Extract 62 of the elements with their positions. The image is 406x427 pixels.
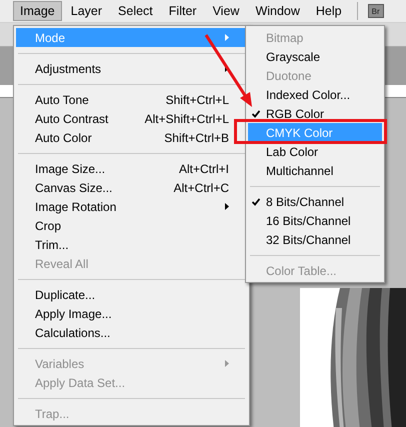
menu-item-label: Color Table... — [266, 264, 338, 278]
menu-item[interactable]: Image Size... Alt+Ctrl+I — [16, 159, 247, 178]
menu-item-label: 16 Bits/Channel — [266, 214, 352, 228]
shortcut-label: Alt+Shift+Ctrl+L — [144, 112, 229, 126]
menu-item-label: Indexed Color... — [266, 88, 352, 102]
shortcut-label: Shift+Ctrl+L — [166, 92, 229, 106]
menu-item-label: Apply Data Set... — [35, 376, 126, 390]
menu-item[interactable]: Duplicate... — [16, 285, 247, 304]
menu-item-label: Image Size... — [35, 162, 106, 176]
menu-item[interactable]: Multichannel — [248, 161, 382, 180]
menu-item[interactable]: Auto Tone Shift+Ctrl+L — [16, 90, 247, 109]
menu-item-label: Auto Tone — [35, 92, 90, 106]
menu-bar-item[interactable]: Help — [308, 1, 349, 21]
menu-bar-item[interactable]: Filter — [162, 1, 204, 21]
menu-item-label: 32 Bits/Channel — [266, 232, 352, 246]
menu-item-label: Reveal All — [35, 256, 90, 270]
menu-item-label: Trap... — [35, 406, 70, 420]
shortcut-label: Shift+Ctrl+B — [164, 130, 229, 144]
menu-item[interactable]: Apply Image... — [16, 304, 247, 323]
menu-item[interactable]: Indexed Color... — [248, 85, 382, 104]
menu-item-label: Mode — [35, 30, 66, 44]
menu-item-label: Auto Contrast — [35, 112, 110, 126]
menu-bar-item[interactable]: Select — [111, 1, 160, 21]
shortcut-label: Alt+Ctrl+C — [174, 180, 229, 194]
shortcut-label: Alt+Ctrl+I — [178, 162, 229, 176]
menu-item-label: Variables — [35, 356, 86, 370]
menu-item-label: RGB Color — [266, 106, 326, 120]
menu-item[interactable]: 16 Bits/Channel — [248, 211, 382, 230]
bridge-button[interactable]: Br — [368, 4, 384, 18]
menu-item[interactable]: Auto Color Shift+Ctrl+B — [16, 128, 247, 147]
menu-item-label: Adjustments — [35, 62, 102, 76]
menu-item-label: Grayscale — [266, 50, 322, 64]
menu-item[interactable]: Lab Color — [248, 142, 382, 161]
menu-item-label: Apply Image... — [35, 306, 113, 320]
menu-item-label: Duotone — [266, 68, 312, 82]
menu-item[interactable]: Canvas Size... Alt+Ctrl+C — [16, 178, 247, 197]
menu-item-label: Calculations... — [35, 326, 112, 340]
menu-item[interactable]: Adjustments — [16, 59, 247, 78]
menu-item-label: CMYK Color — [266, 126, 334, 140]
menu-item[interactable]: RGB Color — [248, 104, 382, 123]
menu-item[interactable]: 8 Bits/Channel — [248, 192, 382, 211]
menu-item-label: Trim... — [35, 238, 70, 252]
menu-item[interactable]: Image Rotation — [16, 197, 247, 216]
menu-item[interactable]: Crop — [16, 216, 247, 235]
menu-item-label: Canvas Size... — [35, 180, 114, 194]
menu-item[interactable]: Grayscale — [248, 47, 382, 66]
menu-bar-item[interactable]: Image — [13, 1, 62, 21]
menu-item[interactable]: 32 Bits/Channel — [248, 230, 382, 249]
menu-item-label: Lab Color — [266, 144, 320, 158]
menu-item-label: Bitmap — [266, 30, 304, 44]
menu-item[interactable]: Calculations... — [16, 323, 247, 342]
menu-bar-item[interactable]: Window — [248, 1, 307, 21]
menu-item[interactable]: Trim... — [16, 235, 247, 254]
menu-item-label: Image Rotation — [35, 200, 118, 214]
menu-item-label: 8 Bits/Channel — [266, 194, 346, 208]
menu-bar-item[interactable]: Layer — [64, 1, 110, 21]
menu-item-label: Duplicate... — [35, 288, 96, 302]
menu-item-label: Crop — [35, 218, 62, 232]
menu-item-label: Multichannel — [266, 164, 334, 178]
menu-item[interactable]: Auto Contrast Alt+Shift+Ctrl+L — [16, 109, 247, 128]
menu-item-label: Auto Color — [35, 130, 93, 144]
menu-bar-item[interactable]: View — [206, 1, 246, 21]
